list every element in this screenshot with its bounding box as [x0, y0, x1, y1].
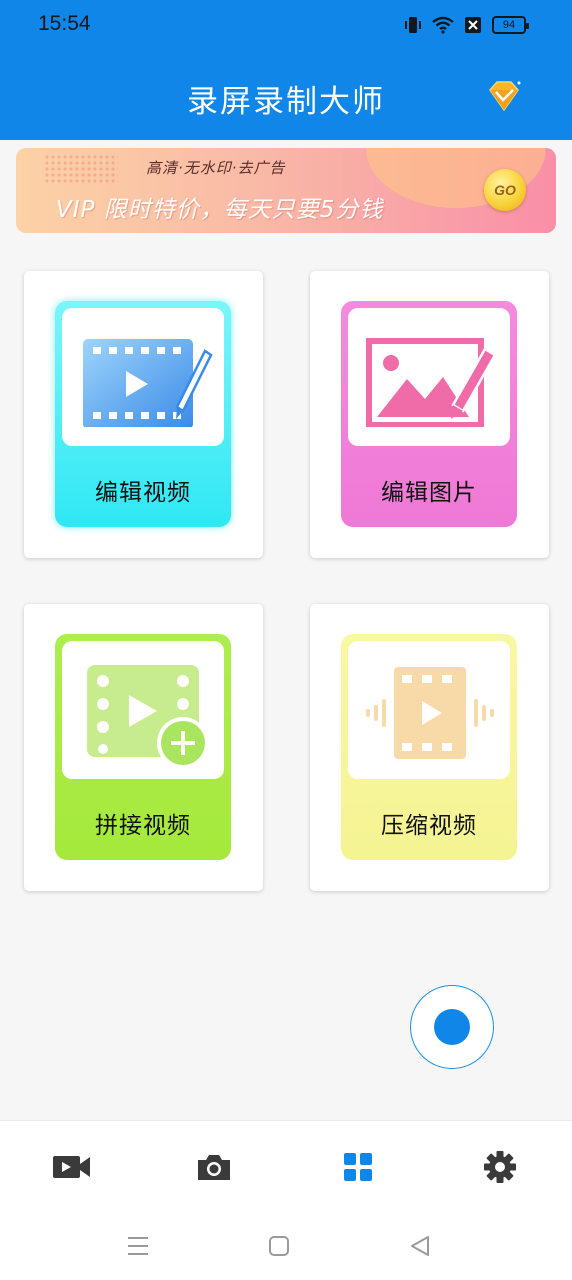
battery-indicator: 94: [492, 16, 529, 34]
nav-settings[interactable]: [478, 1149, 522, 1185]
camera-icon: [198, 1155, 230, 1180]
tile-icon-area: [348, 308, 510, 446]
diamond-icon[interactable]: [484, 78, 524, 114]
compress-video-card[interactable]: 压缩视频: [310, 604, 549, 891]
gear-icon: [484, 1151, 516, 1183]
banner-subtitle: 高清·无水印·去广告: [146, 159, 286, 177]
tile-icon-area: [62, 308, 224, 446]
merge-video-tile[interactable]: 拼接视频: [55, 634, 231, 860]
vip-promo-banner[interactable]: 高清·无水印·去广告 VIP 限时特价，每天只要5分钱 GO: [16, 148, 556, 233]
edit-image-icon: [366, 338, 497, 427]
compress-video-tile[interactable]: 压缩视频: [341, 634, 517, 860]
app-header: 15:54 94 录屏录制大师: [0, 0, 572, 140]
tile-label: 编辑图片: [381, 480, 477, 506]
record-button[interactable]: [410, 985, 494, 1069]
tile-label: 编辑视频: [95, 480, 191, 506]
record-dot-icon: [434, 1009, 470, 1045]
menu-icon[interactable]: [126, 1234, 150, 1258]
tile-icon-area: [62, 641, 224, 779]
tile-label: 拼接视频: [95, 813, 191, 839]
tile-label: 压缩视频: [381, 813, 477, 839]
edit-video-card[interactable]: 编辑视频: [24, 271, 263, 558]
banner-main-text: VIP 限时特价，每天只要5分钱: [56, 197, 384, 223]
status-icons: 94: [404, 14, 529, 36]
grid-icon: [344, 1153, 372, 1181]
edit-video-tile[interactable]: 编辑视频: [55, 301, 231, 527]
vibrate-icon: [405, 17, 421, 33]
home-icon[interactable]: [267, 1234, 291, 1258]
merge-video-card[interactable]: 拼接视频: [24, 604, 263, 891]
nav-tools[interactable]: [336, 1149, 380, 1185]
edit-video-icon: [83, 339, 213, 427]
edit-image-tile[interactable]: 编辑图片: [341, 301, 517, 527]
nav-screenshot[interactable]: [192, 1149, 236, 1185]
banner-dots: [44, 154, 118, 184]
back-icon[interactable]: [408, 1234, 432, 1258]
compress-video-icon: [366, 667, 494, 759]
merge-video-icon: [87, 665, 209, 765]
nav-video-record[interactable]: [50, 1149, 94, 1185]
video-camera-icon: [53, 1156, 90, 1178]
status-time: 15:54: [38, 12, 91, 35]
wifi-icon: [432, 16, 454, 34]
edit-image-card[interactable]: 编辑图片: [310, 271, 549, 558]
go-button[interactable]: GO: [484, 169, 526, 211]
tile-icon-area: [348, 641, 510, 779]
no-sim-icon: [465, 17, 481, 33]
bottom-nav: [0, 1120, 572, 1210]
system-nav-bar: [0, 1210, 572, 1280]
